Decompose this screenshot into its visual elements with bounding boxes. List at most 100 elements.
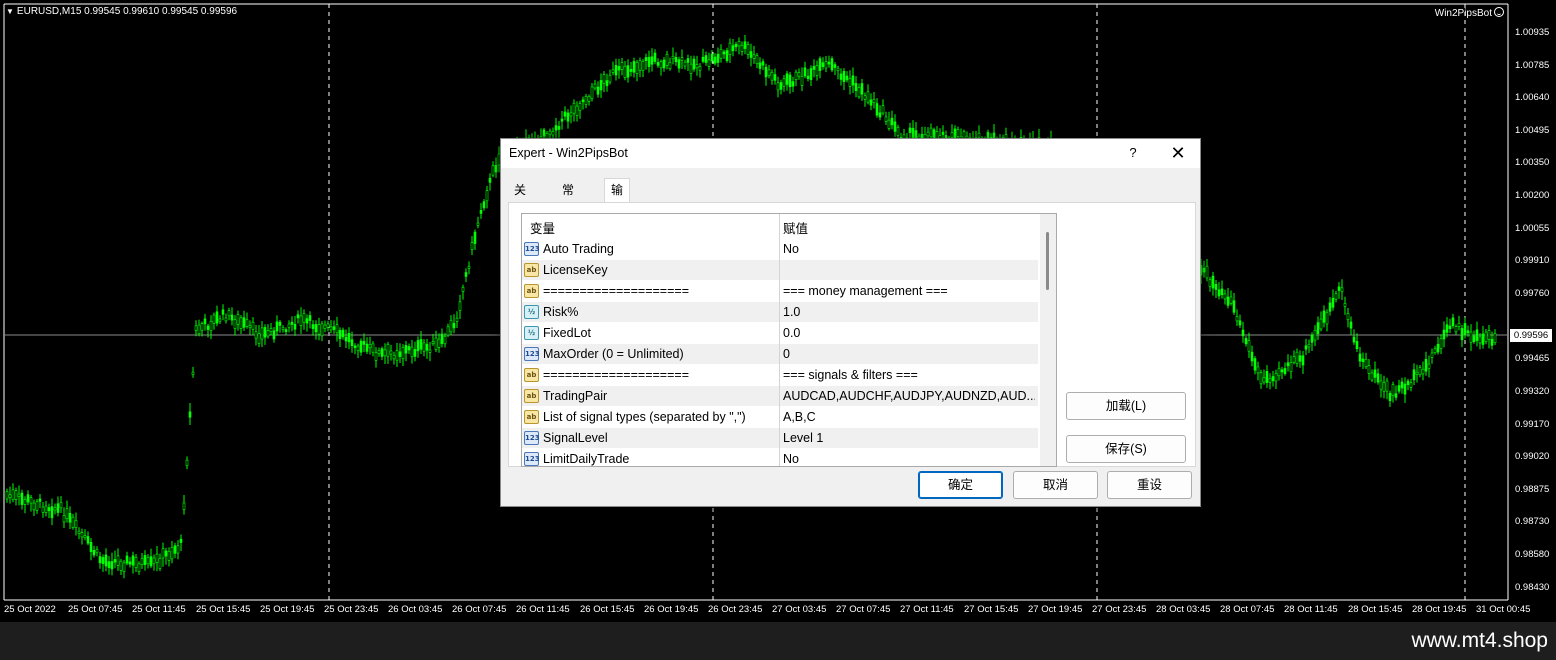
candle-body <box>1304 345 1308 350</box>
candle-body <box>95 549 99 553</box>
table-row[interactable]: ½ FixedLot 0.0 <box>522 323 1038 344</box>
candle-body <box>548 130 552 135</box>
candle-body <box>419 339 423 350</box>
candle-body <box>434 337 438 350</box>
candle-body <box>788 74 792 88</box>
parameter-value[interactable]: AUDCAD,AUDCHF,AUDJPY,AUDNZD,AUD... <box>783 389 1035 403</box>
candle-body <box>398 351 402 357</box>
table-row[interactable]: 123 Auto Trading No <box>522 239 1038 260</box>
candle-body <box>257 333 261 344</box>
candle-body <box>1223 293 1227 300</box>
table-row[interactable]: ab ==================== === signals & filt… <box>522 365 1038 386</box>
price-tick-label: 0.99170 <box>1515 418 1550 430</box>
time-tick-label: 26 Oct 23:45 <box>708 604 763 615</box>
price-tick-label: 0.99760 <box>1515 287 1550 299</box>
parameter-value[interactable]: No <box>783 242 1035 256</box>
expert-label[interactable]: Win2PipsBot <box>1435 7 1504 19</box>
candle-body <box>353 345 357 349</box>
table-row[interactable]: 123 LimitDailyTrade No <box>522 449 1038 466</box>
candle-body <box>203 318 207 325</box>
candle-body <box>839 73 843 80</box>
candle-body <box>749 51 753 58</box>
candle-body <box>1277 367 1281 377</box>
candle-body <box>53 507 57 511</box>
candle-body <box>461 286 465 292</box>
candle-body <box>743 41 747 49</box>
load-button[interactable]: 加载(L) <box>1066 392 1186 420</box>
candle-body <box>299 315 303 326</box>
candle-body <box>59 501 63 509</box>
candle-body <box>776 82 780 91</box>
price-tick-label: 0.99910 <box>1515 255 1550 267</box>
candle-body <box>860 83 864 95</box>
table-row[interactable]: 123 SignalLevel Level 1 <box>522 428 1038 449</box>
table-row[interactable]: ab TradingPair AUDCAD,AUDCHF,AUDJPY,AUDNZD… <box>522 386 1038 407</box>
candle-body <box>1439 338 1443 349</box>
candle-body <box>896 127 900 136</box>
candle-body <box>1217 289 1221 297</box>
candle-body <box>1214 283 1218 290</box>
cancel-button[interactable]: 取消 <box>1013 471 1098 499</box>
candle-body <box>383 349 387 357</box>
candle-body <box>47 507 51 512</box>
parameter-name: TradingPair <box>543 389 608 403</box>
parameter-value[interactable]: Level 1 <box>783 431 1035 445</box>
help-button[interactable]: ? <box>1121 143 1145 163</box>
candle-body <box>821 62 825 67</box>
candle-body <box>1430 352 1434 358</box>
parameter-value[interactable]: 0.0 <box>783 326 1035 340</box>
candle-body <box>605 80 609 87</box>
parameter-value[interactable]: 1.0 <box>783 305 1035 319</box>
integer-type-icon: 123 <box>524 452 540 466</box>
candle-body <box>206 325 210 330</box>
candle-body <box>644 57 648 61</box>
candle-body <box>638 60 642 71</box>
table-row[interactable]: 123 MaxOrder (0 = Unlimited) 0 <box>522 344 1038 365</box>
candle-body <box>32 502 36 511</box>
tab-common[interactable]: 常用 <box>556 180 581 217</box>
reset-button[interactable]: 重设 <box>1107 471 1192 499</box>
dropdown-triangle-icon[interactable]: ▼ <box>6 7 14 16</box>
candle-body <box>389 350 393 355</box>
candle-body <box>1268 378 1272 383</box>
candle-body <box>1451 317 1455 326</box>
time-tick-label: 31 Oct 00:45 <box>1476 604 1531 615</box>
scrollbar-thumb[interactable] <box>1046 232 1049 290</box>
candle-body <box>551 131 555 136</box>
candle-body <box>68 512 72 523</box>
column-divider[interactable] <box>779 214 780 466</box>
candle-body <box>659 61 663 69</box>
parameter-value[interactable]: === money management === <box>783 284 1035 298</box>
candle-body <box>98 556 102 564</box>
tab-about[interactable]: 关于 <box>508 180 533 217</box>
candle-body <box>374 352 378 361</box>
close-button[interactable]: ✕ <box>1165 141 1191 165</box>
column-header-value[interactable]: 赋值 <box>783 218 808 237</box>
table-row[interactable]: ½ Risk% 1.0 <box>522 302 1038 323</box>
tab-inputs[interactable]: 输入参数 <box>604 178 631 263</box>
parameter-value[interactable]: === signals & filters === <box>783 368 1035 382</box>
save-button[interactable]: 保存(S) <box>1066 435 1186 463</box>
candle-body <box>704 55 708 63</box>
candle-body <box>1448 325 1452 330</box>
candle-body <box>8 494 12 498</box>
candle-body <box>608 74 612 83</box>
candle-body <box>890 117 894 126</box>
grid-scrollbar[interactable] <box>1040 214 1056 466</box>
table-row[interactable]: ab ==================== === money manageme… <box>522 281 1038 302</box>
candle-body <box>131 555 135 566</box>
price-tick-label: 0.98730 <box>1515 516 1550 528</box>
ok-button[interactable]: 确定 <box>918 471 1003 499</box>
parameter-value[interactable]: No <box>783 452 1035 466</box>
string-type-icon: ab <box>524 410 539 424</box>
candle-body <box>1355 341 1359 350</box>
column-header-variable[interactable]: 变量 <box>530 218 555 237</box>
candle-body <box>368 344 372 349</box>
parameter-value[interactable]: A,B,C <box>783 410 1035 424</box>
candle-body <box>857 87 861 98</box>
table-row[interactable]: ab List of signal types (separated by ","… <box>522 407 1038 428</box>
dialog-titlebar[interactable]: Expert - Win2PipsBot ? ✕ <box>501 139 1200 168</box>
parameter-value[interactable]: 0 <box>783 347 1035 361</box>
table-row[interactable]: ab LicenseKey <box>522 260 1038 281</box>
candle-body <box>1445 324 1449 333</box>
